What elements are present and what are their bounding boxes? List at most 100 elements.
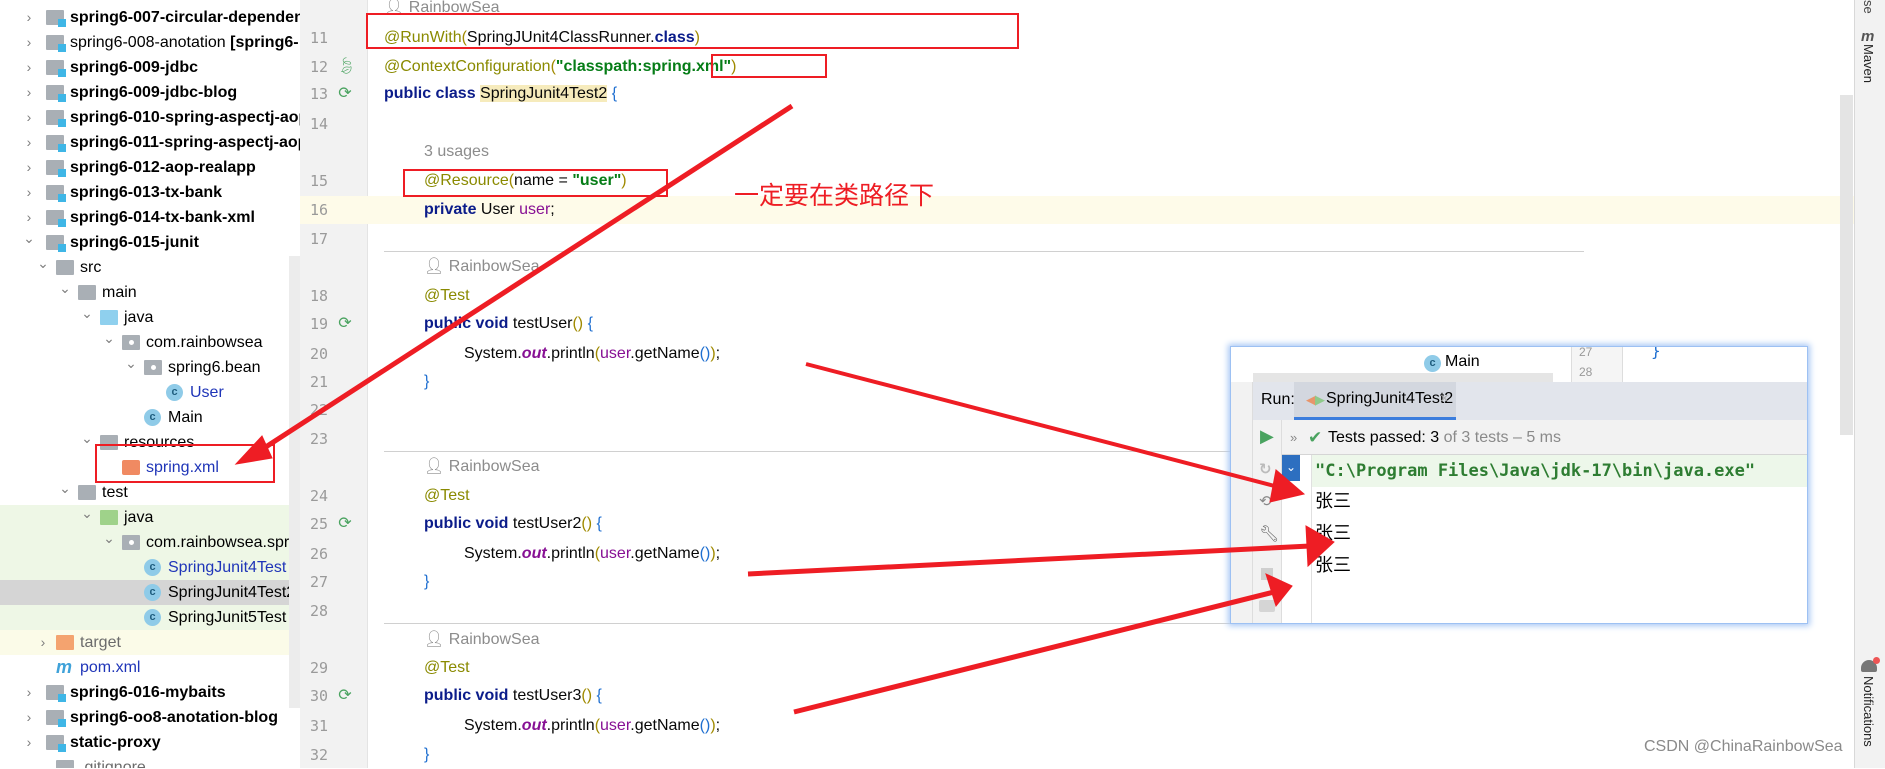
tree-item[interactable]: m pom.xml [0,655,300,680]
chevron-right-icon[interactable]: › [36,630,50,655]
chevron-right-icon[interactable]: › [22,680,36,705]
tree-item[interactable]: › spring6-oo8-anotation-blog [0,705,300,730]
stop-icon[interactable] [1261,568,1273,580]
tree-item[interactable]: spring.xml [0,455,300,480]
tree-item[interactable]: ⌄com.rainbowsea.spring6.test [0,530,300,555]
run-test-icon[interactable]: ⟳ [336,315,354,333]
rerun-failed-icon[interactable]: ↻ [1259,460,1272,478]
chevron-down-icon[interactable]: ⌄ [22,226,36,251]
chevron-right-icon[interactable]: › [22,180,36,205]
code-line[interactable]: System.out.println(user.getName()); [464,540,720,568]
spring-bean-icon[interactable]: 🍃︎ [336,58,356,76]
tree-item[interactable]: c User [0,380,300,405]
code-line[interactable]: @Test [424,282,470,310]
rerun-icon[interactable]: ▶ [1260,426,1274,447]
chevron-down-icon[interactable]: ⌄ [36,251,50,276]
chevron-down-icon[interactable]: ⌄ [80,501,94,526]
tree-item[interactable]: ⌄ main [0,280,300,305]
tree-item[interactable]: › target [0,630,300,655]
code-line[interactable]: public void testUser3() { [424,682,602,710]
expand-icon[interactable]: » [1290,420,1297,455]
tree-item[interactable]: › spring6-010-spring-aspectj-aop [0,105,300,130]
tree-item[interactable]: ⌄ com.rainbowsea [0,330,300,355]
chevron-right-icon[interactable]: › [22,5,36,30]
chevron-right-icon[interactable]: › [22,130,36,155]
chevron-right-icon[interactable]: › [22,80,36,105]
code-line[interactable]: System.out.println(user.getName()); [464,712,720,740]
chevron-right-icon[interactable]: › [22,30,36,55]
tree-item[interactable]: › spring6-011-spring-aspectj-aop [0,130,300,155]
camera-icon[interactable] [1259,600,1275,612]
bell-icon[interactable] [1861,657,1880,672]
tree-item[interactable]: › spring6-009-jdbc-blog [0,80,300,105]
chevron-down-icon[interactable]: ⌄ [124,351,138,376]
tree-item[interactable]: ⌄ spring6.bean [0,355,300,380]
chevron-right-icon[interactable]: › [22,105,36,130]
wrench-icon[interactable]: 🔧︎ [1259,524,1279,544]
tree-item[interactable]: c SpringJunit4Test [0,555,300,580]
notifications-tool-button[interactable]: Notifications [1861,676,1876,747]
toggle-auto-test-icon[interactable]: ⟲ [1259,492,1272,510]
maven-tool-button[interactable]: Maven [1861,44,1876,83]
code-token: testUser3 [512,687,582,704]
author-hint[interactable]: 👤︎ RainbowSea [424,253,539,281]
line-number: 11 [310,29,329,47]
chevron-right-icon[interactable]: › [22,155,36,180]
chevron-down-icon[interactable]: ⌄ [58,476,72,501]
code-line[interactable]: public void testUser2() { [424,510,602,538]
chevron-down-icon[interactable]: ⌄ [80,426,94,451]
tree-item[interactable]: › spring6-016-mybaits [0,680,300,705]
tree-item[interactable]: .gitignore [0,755,300,768]
code-line[interactable]: } [424,368,429,396]
tree-item[interactable]: › static-proxy [0,730,300,755]
tree-item[interactable]: c SpringJunit4Test2 [0,580,300,605]
code-line[interactable]: } [424,741,429,769]
tree-item[interactable]: › spring6-012-aop-realapp [0,155,300,180]
run-test-icon[interactable]: ⟳ [336,515,354,533]
chevron-right-icon[interactable]: › [22,705,36,730]
maven-icon[interactable]: m [1861,28,1874,45]
chevron-down-icon[interactable]: ⌄ [102,326,116,351]
code-line[interactable]: public void testUser() { [424,310,593,338]
run-test-icon[interactable]: ⟳ [336,687,354,705]
code-line[interactable]: } [424,568,429,596]
tree-item[interactable]: c Main [0,405,300,430]
code-line[interactable]: @Test [424,654,470,682]
project-tree-scrollbar[interactable] [289,256,300,708]
chevron-down-icon[interactable]: ⌄ [1282,455,1300,481]
author-hint[interactable]: 👤︎ RainbowSea [424,453,539,481]
tree-item[interactable]: ⌄ java [0,505,300,530]
code-line[interactable]: System.out.println(user.getName()); [464,340,720,368]
run-test-icon[interactable]: ⟳ [336,85,354,103]
tree-item[interactable]: › spring6-013-tx-bank [0,180,300,205]
code-line[interactable]: private User user; [424,196,555,224]
code-line[interactable]: @RunWith(SpringJUnit4ClassRunner.class) [384,24,700,52]
code-line[interactable]: @Test [424,482,470,510]
tree-item[interactable]: ⌄ resources [0,430,300,455]
editor-scrollbar[interactable] [1840,95,1853,435]
tab-springjunit4test2[interactable]: ◀ ▶ SpringJunit4Test2 × [1294,382,1456,420]
tree-item[interactable]: c SpringJunit5Test [0,605,300,630]
tree-item[interactable]: ⌄ src [0,255,300,280]
chevron-down-icon[interactable]: ⌄ [58,276,72,301]
author-hint[interactable]: 👤︎ RainbowSea [384,0,499,22]
tree-item[interactable]: › spring6-009-jdbc [0,55,300,80]
usages-hint[interactable]: 3 usages [424,138,489,166]
code-line[interactable]: public class SpringJunit4Test2 { [384,80,617,108]
close-icon[interactable]: × [1440,390,1449,407]
tree-item[interactable]: ⌄ test [0,480,300,505]
author-hint[interactable]: 👤︎ RainbowSea [424,626,539,654]
code-line[interactable]: @Resource(name = "user") [424,167,627,195]
chevron-down-icon[interactable]: ⌄ [102,526,116,551]
test-class-icon: c [144,584,161,601]
code-line[interactable]: @ContextConfiguration("classpath:spring.… [384,53,736,81]
chevron-right-icon[interactable]: › [22,730,36,755]
tree-item[interactable]: › spring6-014-tx-bank-xml [0,205,300,230]
chevron-right-icon[interactable]: › [22,55,36,80]
console-output[interactable]: ⌄ "C:\Program Files\Java\jdk-17\bin\java… [1282,455,1807,623]
tree-item[interactable]: › spring6-007-circular-dependency [0,5,300,30]
tree-item[interactable]: › spring6-008-anotation [spring6- [0,30,300,55]
code-token: .getName [630,717,700,734]
chevron-down-icon[interactable]: ⌄ [80,301,94,326]
tree-item[interactable]: ⌄ java [0,305,300,330]
